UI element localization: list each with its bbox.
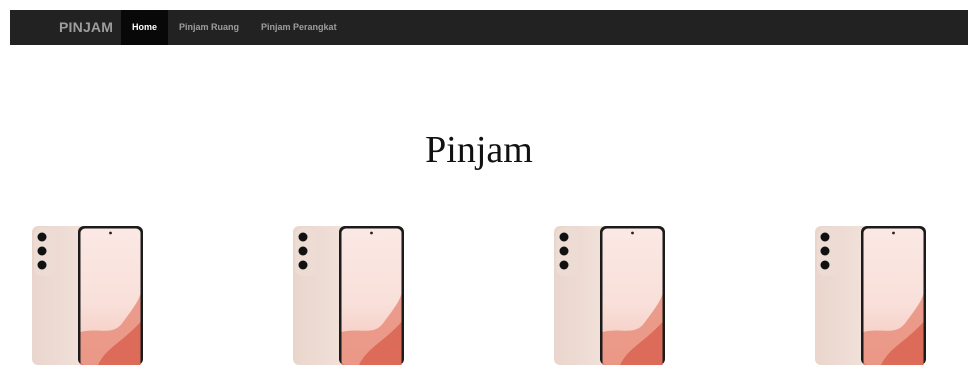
phone-image bbox=[815, 226, 926, 365]
product-card[interactable] bbox=[289, 222, 405, 365]
product-card[interactable] bbox=[811, 222, 927, 365]
phone-image bbox=[32, 226, 143, 365]
nav-link-home[interactable]: Home bbox=[121, 10, 169, 45]
product-card[interactable] bbox=[550, 222, 666, 365]
navbar: PINJAM Home Pinjam Ruang Pinjam Perangka… bbox=[10, 10, 968, 45]
product-card[interactable] bbox=[28, 222, 144, 365]
brand-logo[interactable]: PINJAM bbox=[59, 10, 113, 45]
phone-image bbox=[293, 226, 404, 365]
page-title: Pinjam bbox=[425, 129, 533, 171]
nav-link-pinjam-perangkat[interactable]: Pinjam Perangkat bbox=[250, 10, 348, 45]
product-list bbox=[0, 222, 968, 365]
nav-links: Home Pinjam Ruang Pinjam Perangkat bbox=[121, 10, 348, 45]
phone-image bbox=[554, 226, 665, 365]
nav-link-pinjam-ruang[interactable]: Pinjam Ruang bbox=[168, 10, 250, 45]
